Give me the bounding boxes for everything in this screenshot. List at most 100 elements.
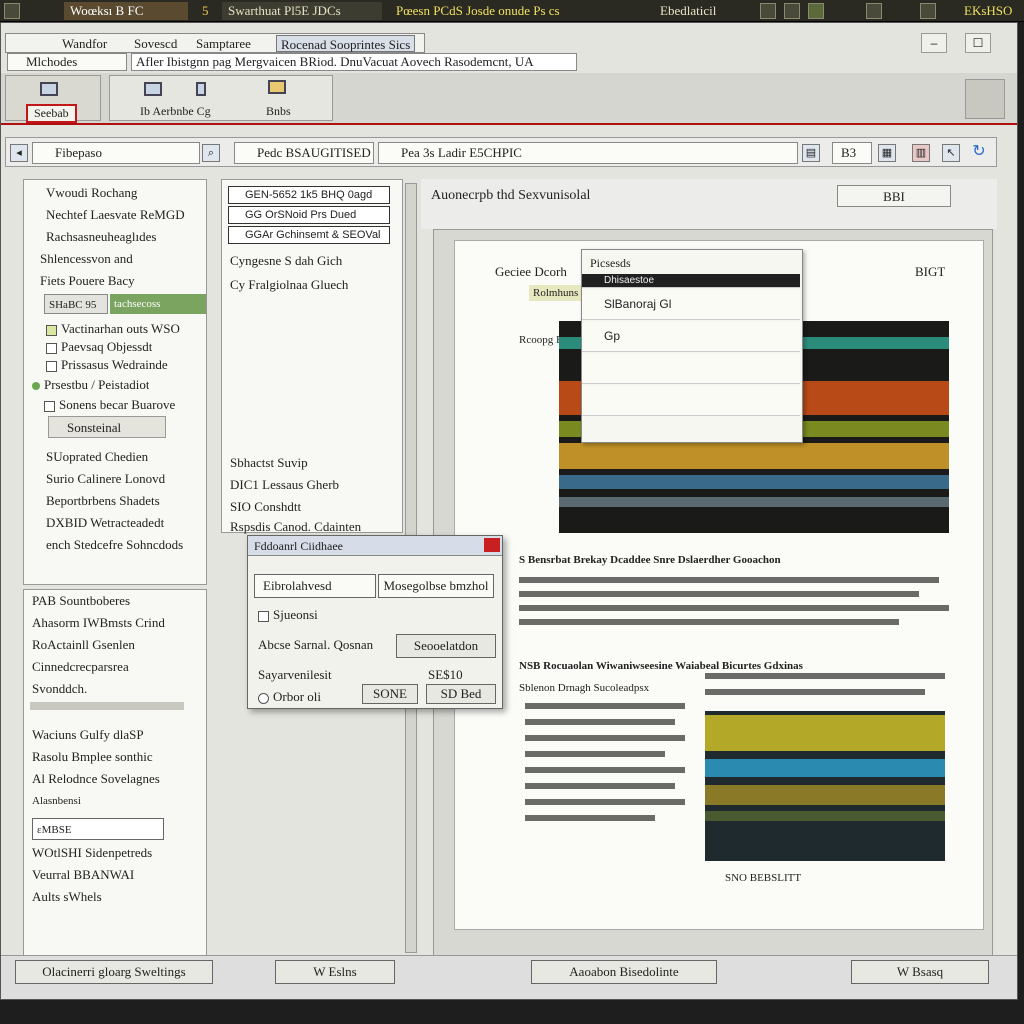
- taskbar-item-5[interactable]: Ebedlaticil: [654, 2, 744, 20]
- radio-icon[interactable]: [258, 692, 269, 704]
- menu-tools[interactable]: Rocenad Sooprintes Sics: [276, 35, 416, 52]
- section-item[interactable]: Cinnedcrecparsrea: [32, 656, 129, 678]
- status-button-1[interactable]: W Eslns: [275, 960, 395, 984]
- popup-menu: Picsesds Dhisaestoe SlBanoraj Gl Gp: [581, 249, 803, 443]
- search-field[interactable]: Fibepaso: [32, 142, 200, 164]
- cancel-button[interactable]: SD Bed: [426, 684, 496, 704]
- cursor-icon[interactable]: ↖: [942, 144, 960, 162]
- checked-item[interactable]: Sonens becar Buarove: [44, 394, 175, 416]
- back-icon[interactable]: ◂: [10, 144, 28, 162]
- status-left[interactable]: Olacinerri gloarg Sweltings: [15, 960, 213, 984]
- tree-item[interactable]: ench Stedcefre Sohncdods: [46, 534, 183, 556]
- path-field[interactable]: Pea 3s Ladir E5CHPIC: [378, 142, 798, 164]
- tray-icon-1[interactable]: [760, 3, 776, 19]
- dialog-option[interactable]: Sjueonsi: [258, 604, 318, 626]
- checked-item[interactable]: Prsestbu / Peistadiot: [32, 374, 149, 396]
- chart-icon[interactable]: ▥: [912, 144, 930, 162]
- minimize-button[interactable]: –: [921, 33, 947, 53]
- mid-field[interactable]: GEN-5652 1k5 BHQ 0agd: [228, 186, 390, 204]
- brush-icon[interactable]: [268, 80, 286, 94]
- mid-field[interactable]: GG OrSNoid Prs Dued: [228, 206, 390, 224]
- menu-file[interactable]: Wandfor: [58, 35, 111, 52]
- left-item[interactable]: Rachsasneuheaglıdes: [46, 226, 156, 248]
- section-item[interactable]: Svonddch.: [32, 678, 87, 700]
- mid-list-item[interactable]: Sbhactst Suvip: [230, 452, 308, 474]
- checkbox-icon[interactable]: [46, 342, 57, 354]
- popup-item-empty[interactable]: [582, 386, 800, 416]
- taskbar-item-4[interactable]: Pœesn PCdS Josde onude Ps cs: [390, 2, 642, 20]
- side-value[interactable]: BBI: [837, 185, 951, 207]
- left-item[interactable]: Nechtef Laesvate ReMGD: [46, 204, 185, 226]
- breadcrumb[interactable]: Pedc BSAUGITISED: [234, 142, 374, 164]
- left-tab-a[interactable]: SHaBC 95: [44, 294, 108, 314]
- popup-item-empty[interactable]: [582, 354, 800, 384]
- ribbon-selected-button[interactable]: Seebab: [26, 104, 77, 123]
- tree-item[interactable]: DXBID Wetracteadedt: [46, 512, 164, 534]
- left-item[interactable]: Vwoudi Rochang: [46, 182, 137, 204]
- section-item[interactable]: Veurral BBANWAI: [32, 864, 134, 886]
- taskbar-item-1[interactable]: Woœksı B FC: [64, 2, 188, 20]
- address-bar[interactable]: Afler Ibistgnn pag Mergvaicen BRiod. Dnu…: [131, 53, 577, 71]
- mid-field[interactable]: GGAr Gchinsemt & SEOVal: [228, 226, 390, 244]
- dialog-search-button[interactable]: Seooelatdon: [396, 634, 496, 658]
- close-icon[interactable]: [484, 538, 500, 552]
- doc-text-line: [525, 815, 655, 821]
- section-item[interactable]: Aults sWhels: [32, 886, 102, 908]
- menu-view[interactable]: Samptaree: [192, 35, 255, 52]
- section-item[interactable]: Al Relodnce Sovelagnes: [32, 768, 160, 790]
- popup-item[interactable]: SlBanoraj Gl: [582, 290, 800, 320]
- section-item[interactable]: PAB Sountboberes: [32, 590, 130, 612]
- dialog-field-left[interactable]: Eibrolahvesd: [254, 574, 376, 598]
- search-icon[interactable]: ⌕: [202, 144, 220, 162]
- selected-item[interactable]: Sonsteinal: [48, 416, 166, 438]
- tray-icon-4[interactable]: [866, 3, 882, 19]
- ribbon-panel-icon[interactable]: [965, 79, 1005, 119]
- section-item[interactable]: WOtlSHI Sidenpetreds: [32, 842, 152, 864]
- mid-list-item[interactable]: DIC1 Lessaus Gherb: [230, 474, 339, 496]
- maximize-button[interactable]: ☐: [965, 33, 991, 53]
- taskbar-item-2[interactable]: 5: [196, 2, 216, 20]
- checkbox-icon[interactable]: [258, 610, 269, 622]
- dialog-radio[interactable]: Orbor oli: [258, 686, 321, 708]
- tree-item[interactable]: SUoprated Chedien: [46, 446, 148, 468]
- dialog-titlebar: Fddoanrl Ciidhaee: [248, 536, 502, 556]
- popup-item[interactable]: Gp: [582, 322, 800, 352]
- page-icon[interactable]: ▤: [802, 144, 820, 162]
- checkbox-icon[interactable]: [46, 360, 57, 372]
- checked-item[interactable]: Prissasus Wedrainde: [46, 354, 168, 376]
- start-icon[interactable]: [4, 3, 20, 19]
- section-item[interactable]: Waciuns Gulfy dlaSP: [32, 724, 144, 746]
- section-item[interactable]: RoActainll Gsenlen: [32, 634, 135, 656]
- section-item[interactable]: Ahasorm IWBmsts Crind: [32, 612, 165, 634]
- grid-icon[interactable]: ▦: [878, 144, 896, 162]
- status-mid[interactable]: Aaoabon Bisedolinte: [531, 960, 717, 984]
- document-tab[interactable]: Mlchodes: [7, 53, 127, 71]
- layout-icon[interactable]: [144, 82, 162, 96]
- mid-list-item[interactable]: SIO Conshdtt: [230, 496, 301, 518]
- section-field[interactable]: ɛMBSE: [32, 818, 164, 840]
- left-item[interactable]: Shlencessvon and: [40, 248, 133, 270]
- checkbox-icon[interactable]: [44, 400, 55, 412]
- ok-button[interactable]: SONE: [362, 684, 418, 704]
- popup-item-highlight[interactable]: Dhisaestoe: [582, 274, 800, 288]
- zoom-field[interactable]: B3: [832, 142, 872, 164]
- section-item[interactable]: Alasnbensi: [32, 790, 81, 812]
- doc-tab[interactable]: Rolmhuns: [529, 285, 583, 301]
- left-tab-b[interactable]: tachsecoss: [110, 294, 206, 314]
- left-item[interactable]: Fiets Pouere Bacy: [40, 270, 135, 292]
- mid-label: Cy Fralgiolnaa Gluech: [230, 277, 349, 292]
- tray-icon-3[interactable]: [808, 3, 824, 19]
- checkbox-icon[interactable]: [46, 324, 57, 336]
- tree-item[interactable]: Surio Calinere Lonovd: [46, 468, 165, 490]
- refresh-icon[interactable]: ↻: [970, 144, 988, 162]
- split-icon[interactable]: [196, 82, 206, 96]
- tree-item[interactable]: Beportbrbens Shadets: [46, 490, 160, 512]
- taskbar-item-3[interactable]: Swarthuat Pl5E JDCs: [222, 2, 382, 20]
- status-button-2[interactable]: W Bsasq: [851, 960, 989, 984]
- tray-icon-5[interactable]: [920, 3, 936, 19]
- tray-icon-2[interactable]: [784, 3, 800, 19]
- section-item[interactable]: Rasolu Bmplee sonthic: [32, 746, 153, 768]
- dialog-field-right[interactable]: Mosegolbse bmzhol: [378, 574, 494, 598]
- menu-edit[interactable]: Sovescd: [130, 35, 181, 52]
- divider: [30, 702, 184, 710]
